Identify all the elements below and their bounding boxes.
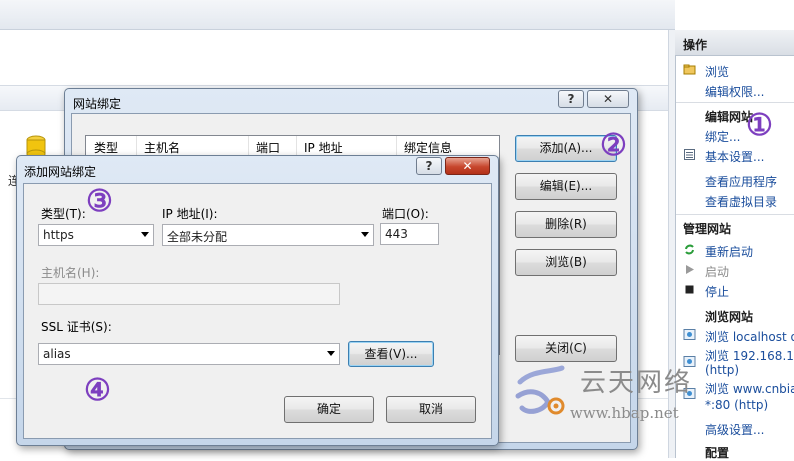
section-browse-site: 浏览网站: [705, 310, 754, 324]
column-header-hostname[interactable]: 主机名: [144, 139, 180, 156]
cancel-button[interactable]: 取消: [386, 396, 476, 423]
add-help-button[interactable]: ?: [416, 157, 442, 175]
action-browse-cnbia[interactable]: 浏览 www.cnbia: [705, 380, 794, 397]
action-browse-cnbia-port[interactable]: *:80 (http): [705, 398, 768, 412]
close-dialog-button[interactable]: 关闭(C): [515, 335, 617, 362]
settings-page-icon: [684, 149, 695, 160]
column-header-port[interactable]: 端口: [256, 139, 280, 156]
type-select[interactable]: https: [38, 224, 154, 246]
ssl-certificate-select-value: alias: [43, 347, 71, 361]
action-stop[interactable]: 停止: [705, 283, 729, 300]
bindings-dialog-title: 网站绑定: [73, 97, 122, 111]
action-basic-settings[interactable]: 基本设置...: [705, 148, 764, 165]
chevron-down-icon: [361, 232, 369, 237]
action-edit-permissions[interactable]: 编辑权限...: [705, 83, 764, 100]
ssl-certificate-label: SSL 证书(S):: [41, 320, 112, 334]
add-binding-dialog-title: 添加网站绑定: [24, 165, 97, 179]
ssl-certificate-select[interactable]: alias: [38, 343, 340, 365]
watermark-logo-icon: [515, 365, 565, 415]
action-restart[interactable]: 重新启动: [705, 243, 753, 260]
column-divider[interactable]: [396, 136, 397, 156]
bindings-close-button[interactable]: ✕: [587, 90, 629, 108]
watermark-text: 云天网络: [580, 368, 693, 398]
action-browse-ip-protocol[interactable]: (http): [705, 363, 739, 377]
annotation-number-1: ①: [746, 108, 773, 143]
action-view-virtual-dirs[interactable]: 查看虚拟目录: [705, 193, 777, 210]
action-browse-ip[interactable]: 浏览 192.168.1.1: [705, 347, 794, 364]
actions-separator: [676, 214, 794, 215]
title-band: [0, 0, 675, 30]
actions-header: 操作: [675, 30, 794, 56]
action-view-applications[interactable]: 查看应用程序: [705, 173, 777, 190]
edit-binding-button[interactable]: 编辑(E)...: [515, 173, 617, 200]
action-advanced-settings[interactable]: 高级设置...: [705, 421, 764, 438]
bindings-table-header: 类型 主机名 端口 IP 地址 绑定信息: [86, 136, 499, 156]
chevron-down-icon: [327, 351, 335, 356]
annotation-number-2: ②: [600, 128, 627, 163]
restart-icon: [685, 244, 694, 255]
ip-address-label: IP 地址(I):: [162, 207, 218, 221]
chevron-down-icon: [141, 232, 149, 237]
section-manage-site: 管理网站: [683, 222, 732, 236]
column-header-ip[interactable]: IP 地址: [304, 139, 343, 156]
hostname-label: 主机名(H):: [41, 266, 100, 280]
port-label: 端口(O):: [382, 207, 429, 221]
browse-binding-button[interactable]: 浏览(B): [515, 249, 617, 276]
ip-address-select-value: 全部未分配: [167, 230, 228, 244]
annotation-number-3: ③: [86, 184, 113, 219]
ip-address-select[interactable]: 全部未分配: [162, 224, 374, 246]
type-select-value: https: [43, 228, 74, 242]
add-close-button[interactable]: ✕: [445, 157, 490, 175]
column-divider[interactable]: [136, 136, 137, 156]
start-icon: [686, 265, 694, 274]
column-header-binding-info[interactable]: 绑定信息: [404, 139, 452, 156]
column-divider[interactable]: [248, 136, 249, 156]
globe-icon: [683, 329, 696, 340]
ok-button[interactable]: 确定: [284, 396, 374, 423]
section-config: 配置: [705, 446, 730, 460]
column-header-type[interactable]: 类型: [94, 139, 118, 156]
view-certificate-button[interactable]: 查看(V)...: [348, 341, 434, 367]
action-browse[interactable]: 浏览: [705, 63, 729, 80]
stop-icon: [685, 285, 694, 294]
action-bindings[interactable]: 绑定...: [705, 128, 740, 145]
watermark-url: www.hbap.net: [570, 404, 679, 422]
browse-folder-icon: [683, 64, 696, 75]
port-field[interactable]: 443: [380, 223, 439, 245]
actions-separator: [676, 102, 794, 103]
type-label: 类型(T):: [41, 207, 86, 221]
action-browse-localhost[interactable]: 浏览 localhost o: [705, 328, 794, 345]
remove-binding-button[interactable]: 删除(R): [515, 211, 617, 238]
column-divider[interactable]: [296, 136, 297, 156]
hostname-field[interactable]: [38, 283, 340, 305]
annotation-number-4: ④: [84, 373, 111, 408]
bindings-help-button[interactable]: ?: [558, 90, 584, 108]
action-start[interactable]: 启动: [705, 263, 729, 280]
